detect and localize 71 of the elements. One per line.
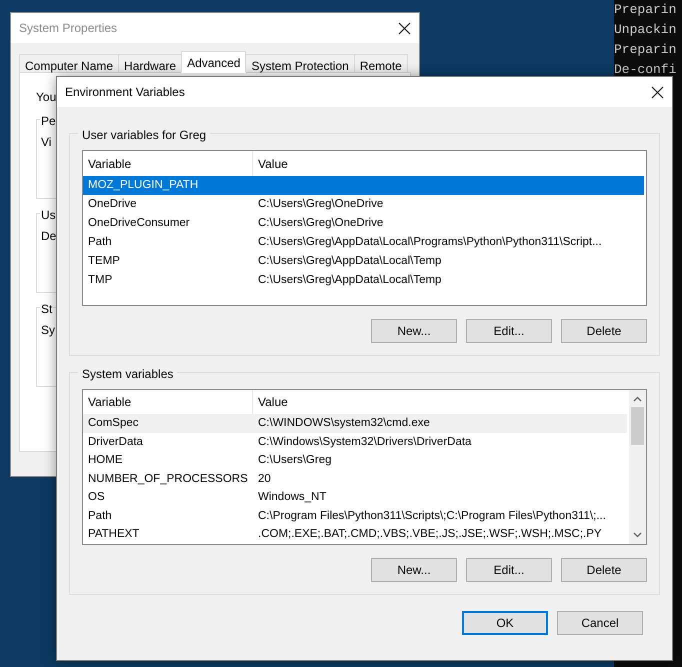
variable-name: HOME (87, 453, 124, 468)
variable-value: .COM;.EXE;.BAT;.CMD;.VBS;.VBE;.JS;.JSE;.WSF;.WSH;.MSC;.PY (257, 527, 603, 542)
list-row[interactable]: OneDrive C:\Users\Greg\OneDrive (83, 195, 644, 214)
list-row[interactable]: HOME C:\Users\Greg (83, 451, 627, 470)
list-row[interactable]: OS Windows_NT (83, 488, 627, 507)
list-row[interactable]: Path C:\Users\Greg\AppData\Local\Programs\Python\Python311\Script... (83, 233, 644, 252)
variable-value: C:\Users\Greg\AppData\Local\Temp (257, 254, 442, 269)
variable-value: C:\Users\Greg\AppData\Local\Programs\Python\Python311\Script... (257, 234, 603, 250)
close-icon[interactable] (398, 22, 411, 34)
variable-name: Path (87, 234, 113, 250)
dialog-button[interactable]: Delete (561, 319, 647, 343)
variables-list[interactable] (82, 389, 647, 545)
dialog-button[interactable]: New... (371, 319, 457, 343)
variable-value: Windows_NT (257, 490, 328, 506)
list-row[interactable]: ComSpec C:\WINDOWS\system32\cmd.exe (83, 414, 627, 433)
list-row[interactable]: DriverData C:\Windows\System32\Drivers\DriverData (83, 432, 627, 452)
group-text: De (41, 229, 56, 243)
list-row[interactable]: PATHEXT .COM;.EXE;.BAT;.CMD;.VBS;.VBE;.JS;.JSE;.WSF;.WSH;.MSC;.PY (83, 525, 627, 544)
tab[interactable]: Advanced (181, 51, 246, 73)
variable-name: Path (87, 508, 113, 524)
scroll-down-icon[interactable] (633, 532, 642, 538)
dialog-button[interactable]: OK (462, 611, 548, 635)
terminal-line: Preparin (614, 41, 676, 59)
variable-name: NUMBER_OF_PROCESSORS (87, 472, 249, 487)
list-row[interactable]: Path C:\Program Files\Python311\Scripts\;C:\Program Files\Python311\;... (83, 506, 627, 526)
variable-value: C:\Users\Greg\OneDrive (257, 196, 384, 212)
tab[interactable]: Hardware (118, 54, 182, 73)
variable-value: 20 (257, 472, 272, 487)
list-row[interactable]: OneDriveConsumer C:\Users\Greg\OneDrive (83, 214, 644, 233)
list-row[interactable]: MOZ_PLUGIN_PATH (83, 176, 644, 195)
dialog-button[interactable]: New... (371, 558, 457, 582)
scroll-up-icon[interactable] (633, 396, 642, 402)
dialog-title: Environment Variables (65, 84, 185, 101)
list-row[interactable]: NUMBER_OF_PROCESSORS 20 (83, 470, 627, 488)
variable-name: OneDriveConsumer (87, 216, 191, 231)
variable-name: TEMP (87, 254, 121, 269)
description-text: You (36, 90, 56, 104)
group-text: Vi (41, 135, 52, 149)
variable-name: DriverData (87, 434, 144, 450)
window-title: System Properties (19, 20, 118, 37)
variable-value: C:\WINDOWS\system32\cmd.exe (257, 416, 431, 431)
group-text: Sy (41, 323, 56, 337)
variable-value: C:\Program Files\Python311\Scripts\;C:\Program Files\Python311\;... (257, 508, 607, 524)
column-header[interactable]: Value (253, 390, 629, 414)
variable-value: C:\Windows\System32\Drivers\DriverData (257, 434, 472, 450)
variable-name: TMP (87, 272, 114, 288)
terminal-line: De-confi (614, 61, 676, 79)
close-icon[interactable] (651, 86, 664, 98)
variable-name: MOZ_PLUGIN_PATH (87, 178, 200, 193)
variable-name: ComSpec (87, 416, 140, 431)
scrollbar[interactable] (629, 390, 646, 544)
tab[interactable]: Remote (354, 54, 408, 73)
variable-value: C:\Users\Greg\OneDrive (257, 216, 384, 231)
tab[interactable]: System Protection (245, 54, 355, 73)
variable-name: OneDrive (87, 196, 138, 212)
variables-list[interactable] (82, 150, 647, 306)
terminal-line: Preparin (614, 1, 676, 19)
dialog-button[interactable]: Edit... (466, 558, 552, 582)
dialog-button[interactable]: Delete (561, 558, 647, 582)
scrollbar-thumb[interactable] (631, 407, 644, 445)
column-header[interactable]: Value (253, 151, 646, 176)
variable-value: C:\Users\Greg (257, 453, 332, 468)
list-row[interactable]: TEMP C:\Users\Greg\AppData\Local\Temp (83, 252, 644, 271)
dialog-button[interactable]: Edit... (466, 319, 552, 343)
variable-value: C:\Users\Greg\AppData\Local\Temp (257, 272, 442, 288)
dialog-button[interactable]: Cancel (557, 611, 643, 635)
variable-name: PATHEXT (87, 527, 140, 542)
tab[interactable]: Computer Name (19, 54, 120, 73)
variable-name: OS (87, 490, 106, 506)
list-row[interactable]: TMP C:\Users\Greg\AppData\Local\Temp (83, 271, 644, 290)
terminal-line: Unpackin (614, 21, 676, 39)
